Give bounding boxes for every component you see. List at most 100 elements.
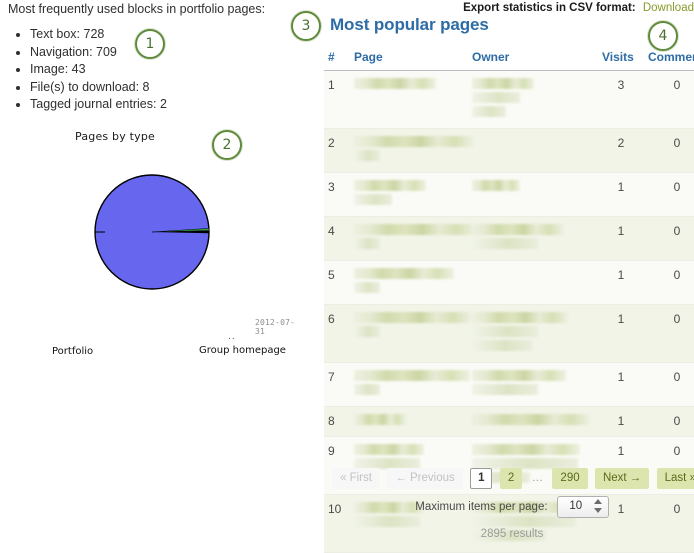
chart-date-stamp: 2012-07-31 [255,318,296,336]
cell-rank: 7 [324,362,350,407]
items-per-page-row: Maximum items per page: 10 [330,496,694,518]
redacted-text [354,326,380,337]
cell-rank: 4 [324,216,350,261]
redacted-text [472,340,532,351]
table-row[interactable]: 3 10 [324,172,694,217]
callout-marker-4: 4 [648,21,678,51]
redacted-text [472,384,538,395]
table-header-row: # Page Owner Visits Comments [324,48,694,71]
pagination: « First ← Previous 1 2 … 290 Next → Last… [330,468,694,489]
page-title: Most popular pages [330,15,489,34]
cell-page-name[interactable] [350,260,468,305]
pages-by-type-chart: Pages by type Portfolio .. Group homepag… [0,120,300,357]
redacted-text [354,384,380,395]
cell-rank: 5 [324,260,350,305]
pagination-ellipsis: … [531,472,544,484]
callout-marker-3: 3 [291,11,321,41]
results-count: 2895 results [480,528,544,540]
pie-label-portfolio: Portfolio [52,346,94,357]
cell-owner-name[interactable] [468,128,598,173]
redacted-text [354,224,476,235]
table-row[interactable]: 5 10 [324,260,694,305]
redacted-text [354,444,424,455]
table-row[interactable]: 8 10 [324,406,694,437]
redacted-text [472,78,534,89]
list-item: Image: 43 [30,61,167,79]
right-panel: Export statistics in CSV format: Downloa… [318,0,694,553]
cell-owner-name[interactable] [468,362,598,407]
cell-rank: 2 [324,128,350,173]
redacted-text [354,414,406,425]
items-per-page-value: 10 [569,500,583,512]
cell-visits: 1 [598,362,644,407]
cell-page-name[interactable] [350,172,468,217]
cell-visits: 1 [598,260,644,305]
spinner-arrows-icon[interactable] [593,499,603,516]
redacted-text [354,282,380,293]
pie-label-other: .. [228,332,236,342]
cell-owner-name[interactable] [468,172,598,217]
blocks-intro-text: Most frequently used blocks in portfolio… [8,2,266,16]
pie-label-group-homepage: Group homepage [198,345,287,356]
table-row[interactable]: 7 10 [324,362,694,407]
pie-svg [94,174,210,290]
cell-comments: 0 [644,70,694,129]
cell-visits: 1 [598,406,644,437]
items-per-page-label: Maximum items per page: [415,501,548,513]
redacted-text [354,78,436,89]
column-header-visits[interactable]: Visits [598,48,644,71]
list-item: Tagged journal entries: 2 [30,96,167,114]
cell-page-name[interactable] [350,70,468,129]
cell-page-name[interactable] [350,406,468,437]
cell-comments: 0 [644,216,694,261]
table-row[interactable]: 4 10 [324,216,694,261]
pagination-page-2[interactable]: 2 [499,468,523,489]
cell-owner-name[interactable] [468,406,598,437]
items-per-page-stepper[interactable]: 10 [556,496,609,518]
export-label: Export statistics in CSV format: [463,2,636,14]
column-header-page[interactable]: Page [350,48,468,71]
cell-visits: 3 [598,70,644,129]
cell-visits: 1 [598,216,644,261]
pagination-first: « First [332,468,380,489]
cell-page-name[interactable] [350,128,474,173]
column-header-rank[interactable]: # [324,48,350,71]
redacted-text [472,370,566,381]
column-header-owner[interactable]: Owner [468,48,598,71]
redacted-text [472,444,580,455]
redacted-text [472,414,590,425]
cell-owner-name[interactable] [468,216,598,261]
pagination-page-1: 1 [470,468,493,489]
cell-owner-name[interactable] [468,260,598,305]
cell-comments: 0 [644,362,694,407]
cell-owner-name[interactable] [468,304,598,363]
redacted-text [354,268,454,279]
cell-visits: 2 [598,128,644,173]
cell-comments: 0 [644,172,694,217]
redacted-text [354,136,474,147]
redacted-text [472,238,538,249]
cell-page-name[interactable] [350,304,472,363]
redacted-text [354,194,392,205]
pagination-page-290[interactable]: 290 [552,468,588,489]
pagination-next[interactable]: Next → [594,468,650,489]
table-row[interactable]: 6 10 [324,304,694,363]
cell-rank: 1 [324,70,350,129]
cell-comments: 0 [644,260,694,305]
cell-rank: 6 [324,304,350,363]
cell-page-name[interactable] [350,216,476,261]
cell-visits: 1 [598,172,644,217]
redacted-text [354,370,470,381]
table-row[interactable]: 1 30 [324,70,694,129]
redacted-text [472,312,568,323]
cell-owner-name[interactable] [468,70,598,129]
redacted-text [354,238,380,249]
cell-rank: 3 [324,172,350,217]
pagination-last[interactable]: Last » [656,468,694,489]
column-header-comments[interactable]: Comments [644,48,694,71]
cell-comments: 0 [644,304,694,363]
table-row[interactable]: 220 [324,128,694,173]
cell-page-name[interactable] [350,362,470,407]
pagination-previous: ← Previous [387,468,463,489]
download-link[interactable]: Download [643,2,694,14]
